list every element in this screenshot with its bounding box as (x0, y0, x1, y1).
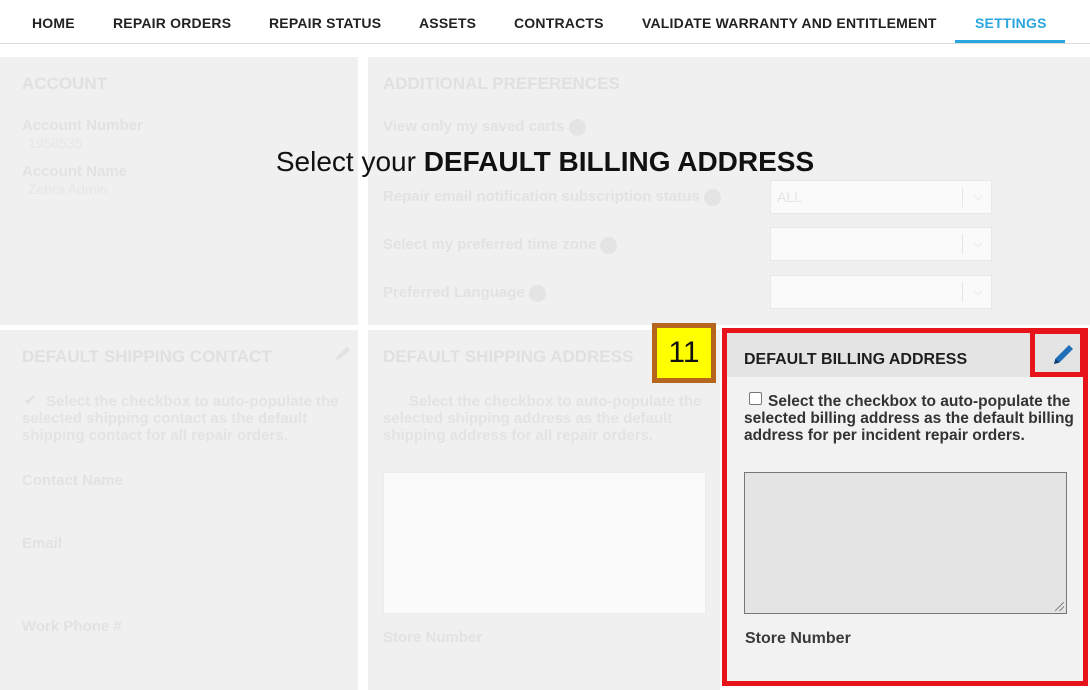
email-subscription-text: Repair email notification subscription s… (383, 188, 700, 205)
billing-address-textarea[interactable] (744, 472, 1067, 614)
select-divider (962, 282, 963, 302)
chevron-down-icon: ⌵ (973, 235, 983, 250)
shipping-contact-title: DEFAULT SHIPPING CONTACT (22, 347, 272, 366)
time-zone-select[interactable]: ⌵ (770, 227, 992, 261)
preferences-title: ADDITIONAL PREFERENCES (383, 74, 620, 93)
help-icon (600, 236, 618, 254)
work-phone-label: Work Phone # (22, 618, 122, 635)
edit-pencil-icon[interactable] (1051, 343, 1075, 367)
nav-contracts[interactable]: CONTRACTS (514, 15, 604, 31)
time-zone-label: Select my preferred time zone (383, 236, 618, 254)
shipping-contact-checkbox-text: Select the checkbox to auto-populate the… (22, 393, 339, 444)
email-label: Email (22, 535, 63, 552)
help-icon (703, 188, 721, 206)
step-badge: 11 (652, 323, 716, 383)
shipping-store-number-label: Store Number (383, 629, 483, 646)
contact-name-label: Contact Name (22, 472, 123, 489)
nav-validate-warranty[interactable]: VALIDATE WARRANTY AND ENTITLEMENT (642, 15, 937, 31)
email-subscription-select[interactable]: ALL ⌵ (770, 180, 992, 214)
instruction-headline: Select your DEFAULT BILLING ADDRESS (0, 146, 1090, 178)
email-subscription-label: Repair email notification subscription s… (383, 188, 721, 206)
nav-repair-status[interactable]: REPAIR STATUS (269, 15, 381, 31)
billing-checkbox-text: Select the checkbox to auto-populate the… (744, 393, 1074, 444)
headline-emphasis: DEFAULT BILLING ADDRESS (423, 146, 815, 177)
account-title: ACCOUNT (22, 74, 107, 93)
shipping-address-title: DEFAULT SHIPPING ADDRESS (383, 347, 634, 366)
headline-prefix: Select your (275, 146, 424, 177)
step-number: 11 (657, 328, 711, 378)
nav-repair-orders[interactable]: REPAIR ORDERS (113, 15, 231, 31)
edit-pencil-icon[interactable] (333, 345, 353, 363)
billing-address-title: DEFAULT BILLING ADDRESS (744, 351, 968, 368)
select-divider (962, 234, 963, 254)
nav-assets[interactable]: ASSETS (419, 15, 476, 31)
account-name-value: Zebra Admin (28, 181, 108, 197)
saved-carts-text: View only my saved carts (383, 118, 565, 135)
top-nav: HOME REPAIR ORDERS REPAIR STATUS ASSETS … (0, 0, 1090, 44)
shipping-address-textarea[interactable] (383, 472, 706, 614)
nav-home[interactable]: HOME (32, 15, 75, 31)
shipping-contact-panel (0, 330, 358, 690)
billing-store-number-label: Store Number (745, 630, 851, 647)
nav-settings[interactable]: SETTINGS (975, 15, 1047, 31)
resize-grip-icon[interactable] (1055, 602, 1064, 611)
time-zone-text: Select my preferred time zone (383, 236, 597, 253)
chevron-down-icon: ⌵ (973, 188, 983, 203)
help-icon (528, 284, 546, 302)
help-icon (568, 118, 586, 136)
active-tab-indicator (955, 40, 1065, 43)
language-label: Preferred Language (383, 284, 546, 302)
account-number-label: Account Number (22, 117, 143, 134)
select-divider (962, 187, 963, 207)
email-subscription-value: ALL (777, 189, 802, 205)
saved-carts-label: View only my saved carts (383, 118, 586, 136)
language-text: Preferred Language (383, 284, 525, 301)
shipping-address-checkbox-text: Select the checkbox to auto-populate the… (383, 393, 702, 444)
chevron-down-icon: ⌵ (973, 283, 983, 298)
language-select[interactable]: ⌵ (770, 275, 992, 309)
